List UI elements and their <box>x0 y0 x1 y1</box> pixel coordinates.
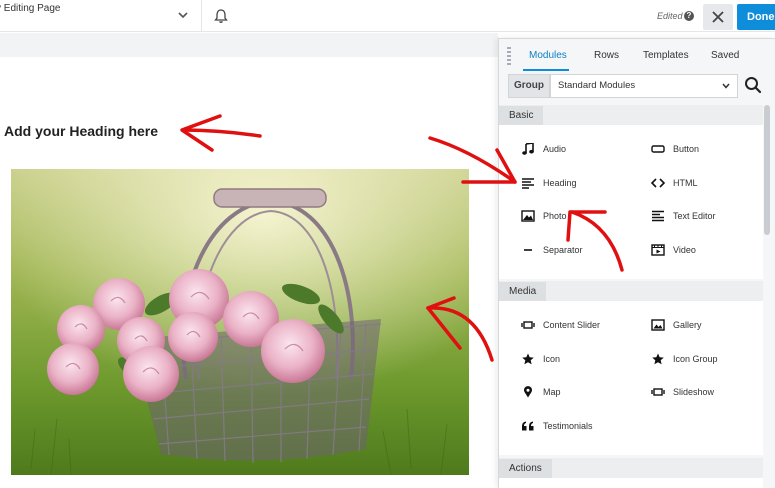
modules-panel: Modules Rows Templates Saved Group Stand… <box>498 38 775 488</box>
code-icon <box>651 178 665 188</box>
separator-icon <box>524 249 532 251</box>
page-selector[interactable]: y Editing Page <box>0 0 202 32</box>
button-icon <box>651 145 665 153</box>
module-label: Map <box>543 387 561 397</box>
group-select[interactable]: Standard Modules <box>550 74 738 98</box>
group-select-value: Standard Modules <box>558 80 636 91</box>
star-icon <box>652 353 664 365</box>
module-label: Audio <box>543 144 567 154</box>
module-label: Video <box>673 245 696 255</box>
close-icon <box>712 11 724 23</box>
gallery-icon <box>651 319 665 331</box>
close-panel-button[interactable] <box>703 4 733 30</box>
page-header-strip <box>0 33 498 57</box>
tab-modules[interactable]: Modules <box>529 50 567 61</box>
module-label: Slideshow <box>673 387 715 397</box>
bell-icon[interactable] <box>213 8 229 24</box>
edited-status: Edited <box>657 11 683 21</box>
slider-icon <box>521 321 535 329</box>
heading-lines-icon <box>522 178 534 189</box>
text-editor-icon <box>652 210 664 222</box>
photo-icon <box>521 210 535 222</box>
section-basic-header[interactable]: Basic <box>499 105 763 126</box>
module-label: Photo <box>543 211 567 221</box>
module-label: Icon Group <box>673 354 718 364</box>
video-icon <box>651 244 665 256</box>
star-icon <box>522 353 534 365</box>
modules-list: Basic Audio Button Heading HTML Photo Te… <box>499 105 763 488</box>
section-media: Content Slider Gallery Icon Icon Group M… <box>499 301 763 455</box>
section-media-header[interactable]: Media <box>499 281 763 302</box>
top-toolbar: y Editing Page Edited ? Done <box>0 0 775 32</box>
chevron-down-icon <box>722 83 730 89</box>
done-button[interactable]: Done <box>737 4 775 30</box>
module-label: Gallery <box>673 320 702 330</box>
tab-rows[interactable]: Rows <box>594 50 619 61</box>
page-title: y Editing Page <box>0 3 61 14</box>
page-heading[interactable]: Add your Heading here <box>4 123 158 139</box>
panel-tabs: Modules Rows Templates Saved <box>499 39 775 71</box>
chevron-down-icon <box>178 12 188 19</box>
section-actions-header[interactable]: Actions <box>499 458 763 479</box>
slideshow-icon <box>651 388 665 396</box>
module-label: Separator <box>543 245 583 255</box>
arrow-to-heading <box>181 128 262 138</box>
map-pin-icon <box>524 386 532 398</box>
module-label: Icon <box>543 354 561 364</box>
section-title: Media <box>499 282 547 302</box>
group-filter-row: Group Standard Modules <box>499 71 775 101</box>
module-label: Text Editor <box>673 211 716 221</box>
module-label: HTML <box>673 178 698 188</box>
music-note-icon <box>522 143 534 155</box>
module-label: Content Slider <box>543 320 601 330</box>
section-title: Actions <box>499 459 552 479</box>
tab-saved[interactable]: Saved <box>711 50 739 61</box>
section-actions <box>499 478 763 488</box>
group-label: Group <box>508 74 550 98</box>
section-title: Basic <box>499 106 544 126</box>
quote-icon <box>522 421 534 431</box>
help-icon[interactable]: ? <box>684 11 694 21</box>
module-label: Button <box>673 144 700 154</box>
module-label: Heading <box>543 178 577 188</box>
module-label: Testimonials <box>543 421 593 431</box>
tab-templates[interactable]: Templates <box>643 50 689 61</box>
panel-scrollbar[interactable] <box>764 105 770 235</box>
search-icon[interactable] <box>744 76 762 94</box>
flower-basket-photo[interactable] <box>11 169 469 475</box>
section-basic: Audio Button Heading HTML Photo Text Edi… <box>499 125 763 279</box>
